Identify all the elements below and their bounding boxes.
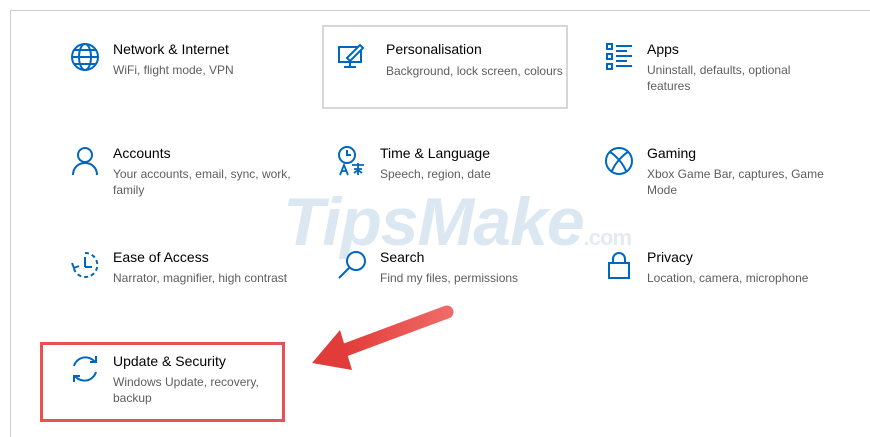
annotation-arrow [312, 305, 454, 370]
